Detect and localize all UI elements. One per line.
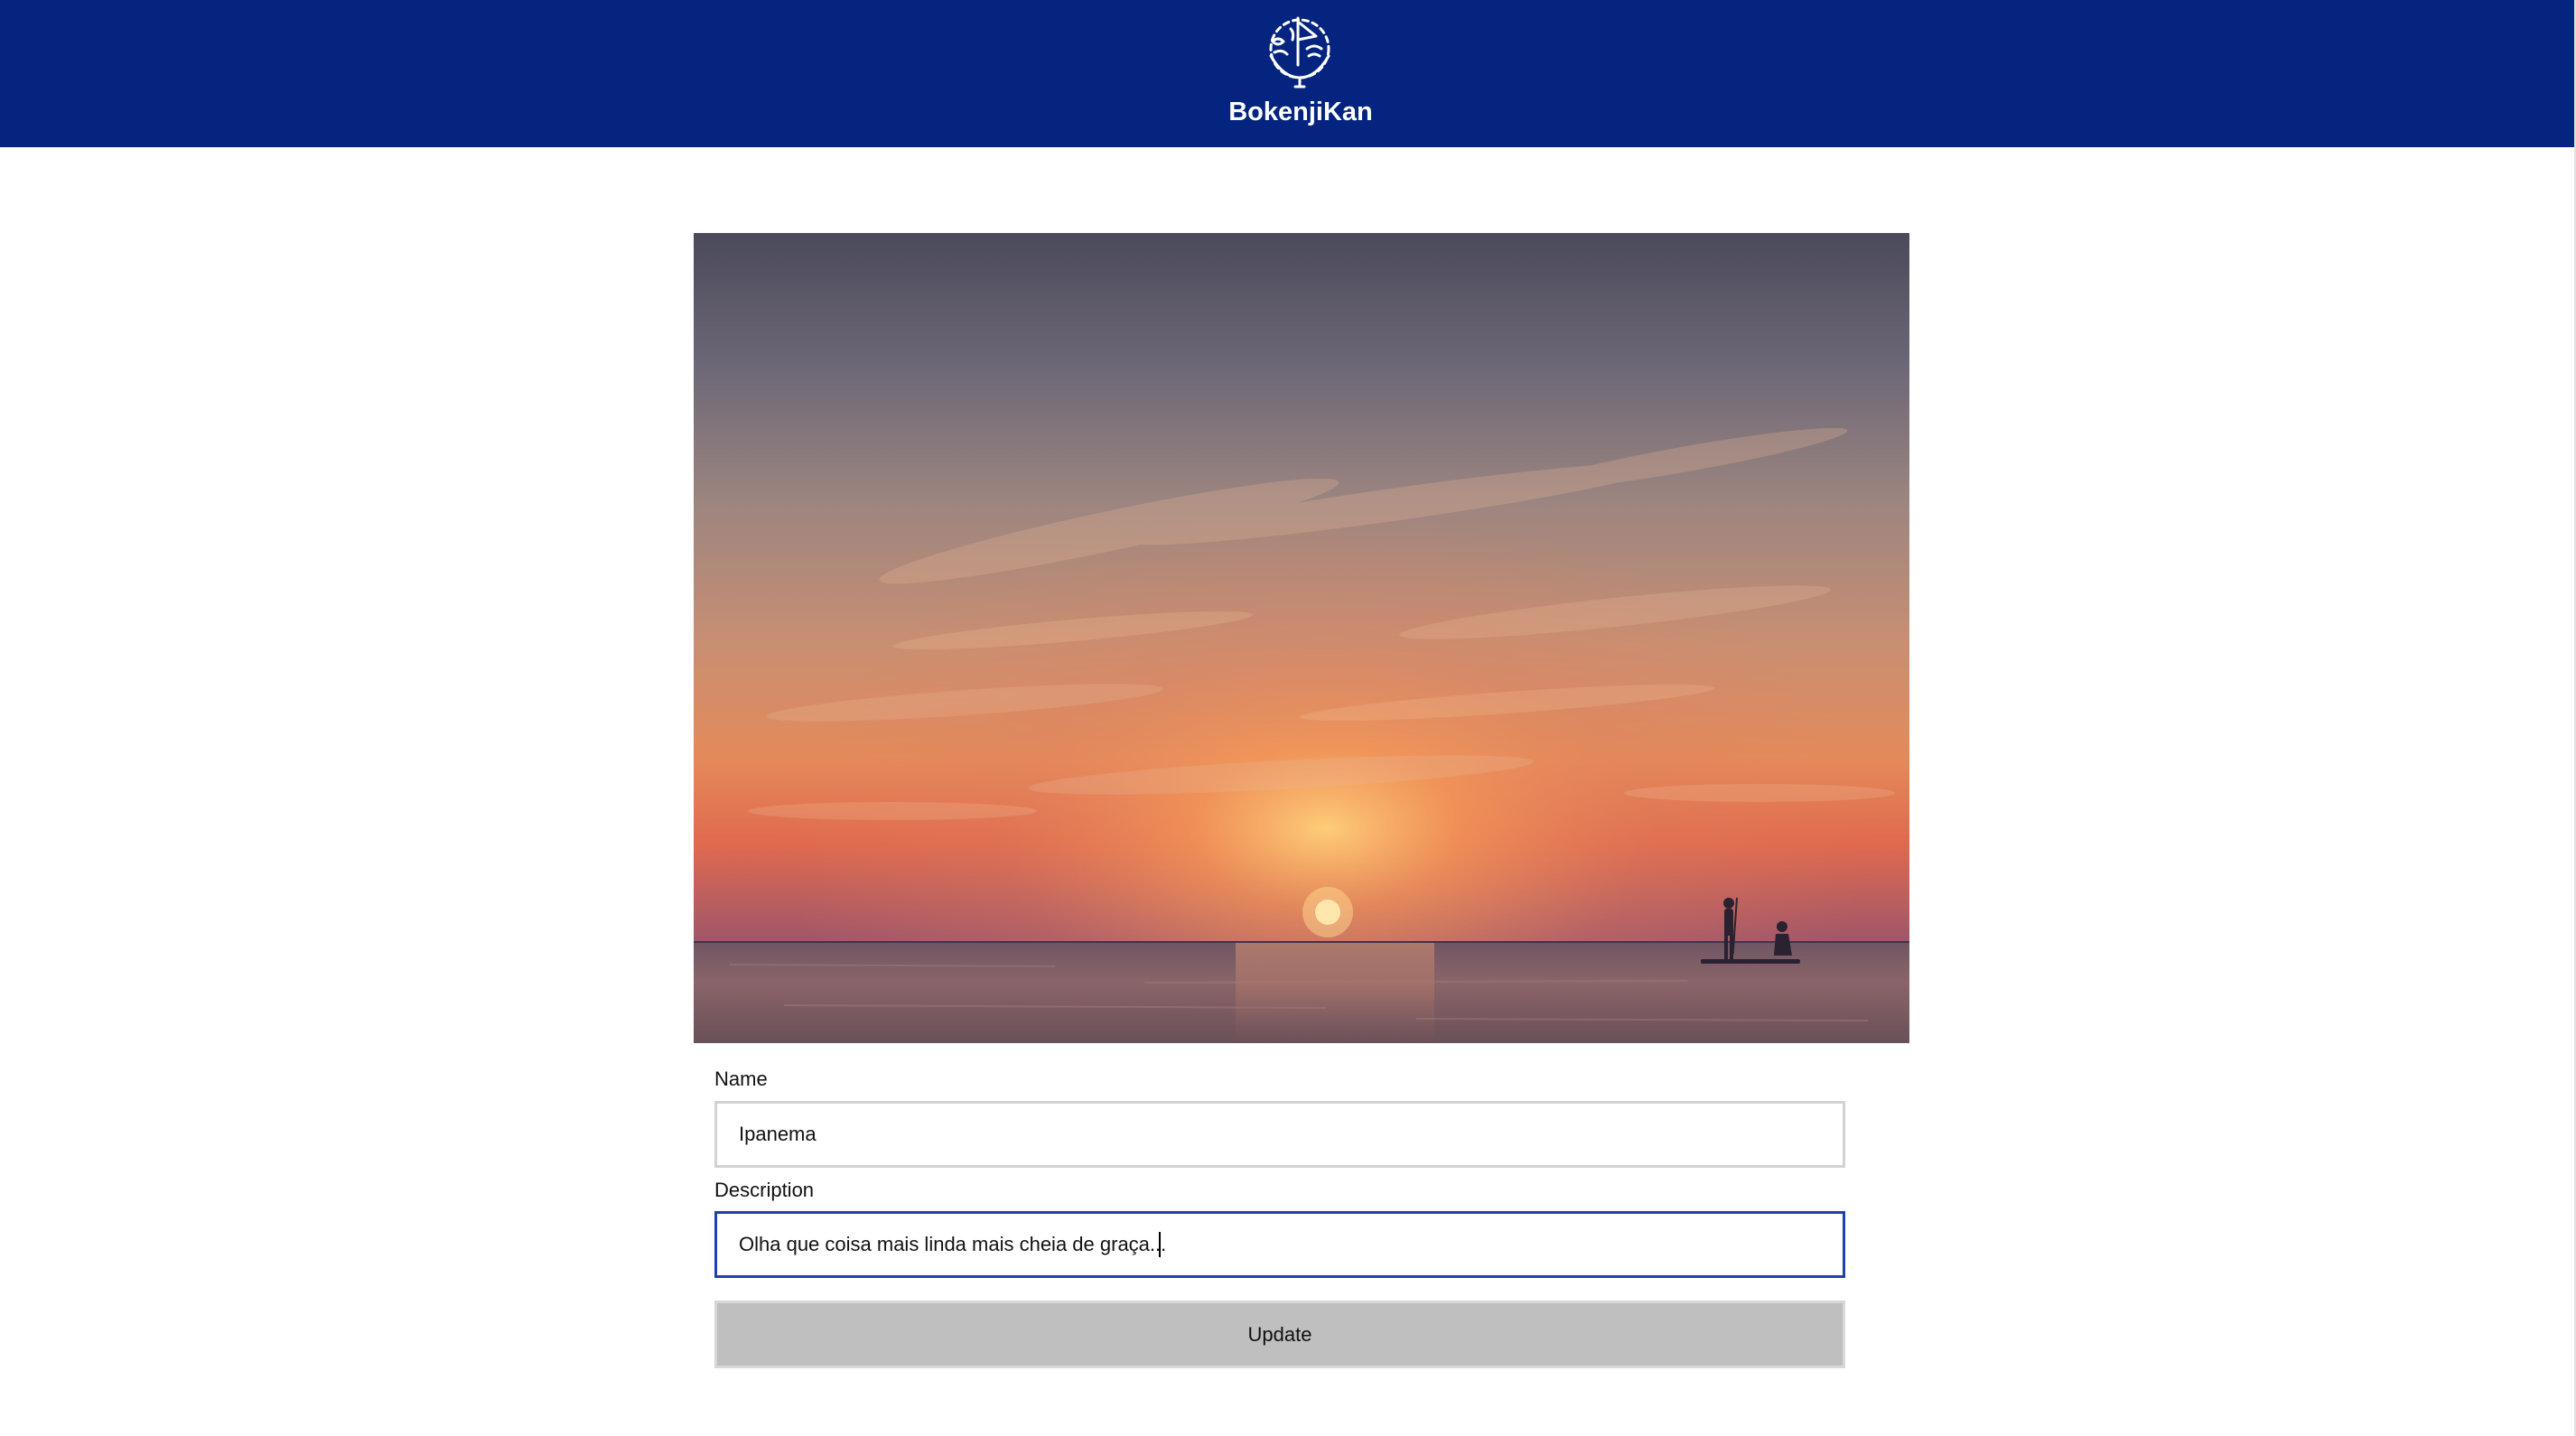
name-label: Name: [714, 1068, 768, 1090]
page: BokenjiKan Name Ipanema Description Olha…: [0, 0, 2576, 1436]
ship-wheel-anchor-icon[interactable]: [1256, 9, 1343, 90]
name-input[interactable]: [714, 1101, 1845, 1168]
text-caret: [1159, 1232, 1161, 1257]
description-label: Description: [714, 1179, 815, 1201]
update-button[interactable]: Update: [714, 1301, 1845, 1368]
brand-name[interactable]: BokenjiKan: [1174, 94, 1427, 130]
description-input[interactable]: [714, 1211, 1845, 1278]
sunset-sea-photo: [694, 233, 1909, 1043]
top-bar: BokenjiKan: [0, 0, 2574, 147]
